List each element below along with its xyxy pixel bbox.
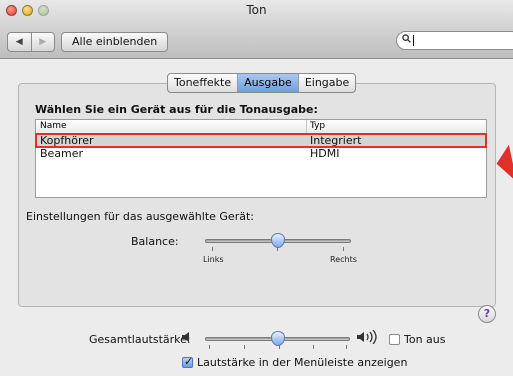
forward-button[interactable]: ▶ bbox=[30, 33, 55, 51]
device-settings-label: Einstellungen für das ausgewählte Gerät: bbox=[26, 210, 254, 223]
window-title: Ton bbox=[246, 3, 267, 17]
device-name: Beamer bbox=[40, 147, 84, 160]
tick bbox=[244, 345, 245, 349]
tab-ausgabe[interactable]: Ausgabe bbox=[237, 74, 298, 92]
device-type: Integriert bbox=[310, 134, 362, 147]
speaker-low-icon bbox=[181, 331, 193, 347]
back-button[interactable]: ◀ bbox=[8, 33, 31, 51]
show-volume-in-menubar-label: Lautstärke in der Menüleiste anzeigen bbox=[197, 356, 408, 369]
device-table: Name Typ Kopfhörer Integriert Beamer HDM… bbox=[35, 119, 487, 198]
balance-knob[interactable] bbox=[271, 233, 285, 248]
tick bbox=[343, 247, 344, 251]
tick bbox=[209, 345, 210, 349]
tick bbox=[313, 345, 314, 349]
red-arrow-annotation bbox=[493, 144, 513, 186]
balance-label: Balance: bbox=[131, 235, 179, 248]
speaker-high-icon bbox=[356, 329, 378, 348]
column-type[interactable]: Typ bbox=[310, 120, 325, 133]
balance-left-label: Links bbox=[203, 255, 224, 264]
help-button[interactable]: ? bbox=[478, 305, 496, 323]
show-all-button[interactable]: Alle einblenden bbox=[61, 32, 169, 52]
device-row-beamer[interactable]: Beamer HDMI bbox=[36, 147, 486, 160]
tab-bar: Toneffekte Ausgabe Eingabe bbox=[167, 73, 357, 93]
volume-label: Gesamtlautstärke: bbox=[89, 333, 191, 346]
tick bbox=[212, 247, 213, 251]
show-volume-in-menubar-checkbox[interactable] bbox=[182, 355, 193, 368]
output-heading: Wählen Sie ein Gerät aus für die Tonausg… bbox=[35, 103, 318, 116]
column-name[interactable]: Name bbox=[40, 120, 67, 133]
balance-slider[interactable] bbox=[205, 233, 351, 253]
device-type: HDMI bbox=[310, 147, 340, 160]
search-icon bbox=[402, 33, 411, 46]
balance-right-label: Rechts bbox=[330, 255, 357, 264]
volume-knob[interactable] bbox=[270, 331, 285, 346]
tick bbox=[346, 345, 347, 349]
device-row-kopfhoerer[interactable]: Kopfhörer Integriert bbox=[35, 133, 487, 148]
mute-checkbox[interactable] bbox=[389, 334, 400, 345]
mute-label: Ton aus bbox=[404, 333, 446, 346]
device-name: Kopfhörer bbox=[40, 134, 94, 147]
nav-buttons: ◀ ▶ bbox=[7, 32, 55, 52]
tab-eingabe[interactable]: Eingabe bbox=[297, 74, 355, 92]
text-cursor bbox=[413, 35, 414, 46]
titlebar: Ton ◀ ▶ Alle einblenden bbox=[0, 0, 513, 59]
volume-slider[interactable] bbox=[205, 331, 350, 351]
table-header: Name Typ bbox=[36, 120, 486, 134]
column-divider bbox=[306, 120, 307, 133]
tab-toneffekte[interactable]: Toneffekte bbox=[168, 74, 237, 92]
window: Ton ◀ ▶ Alle einblenden Toneffekte Ausga… bbox=[0, 0, 513, 376]
search-input[interactable] bbox=[396, 31, 513, 50]
